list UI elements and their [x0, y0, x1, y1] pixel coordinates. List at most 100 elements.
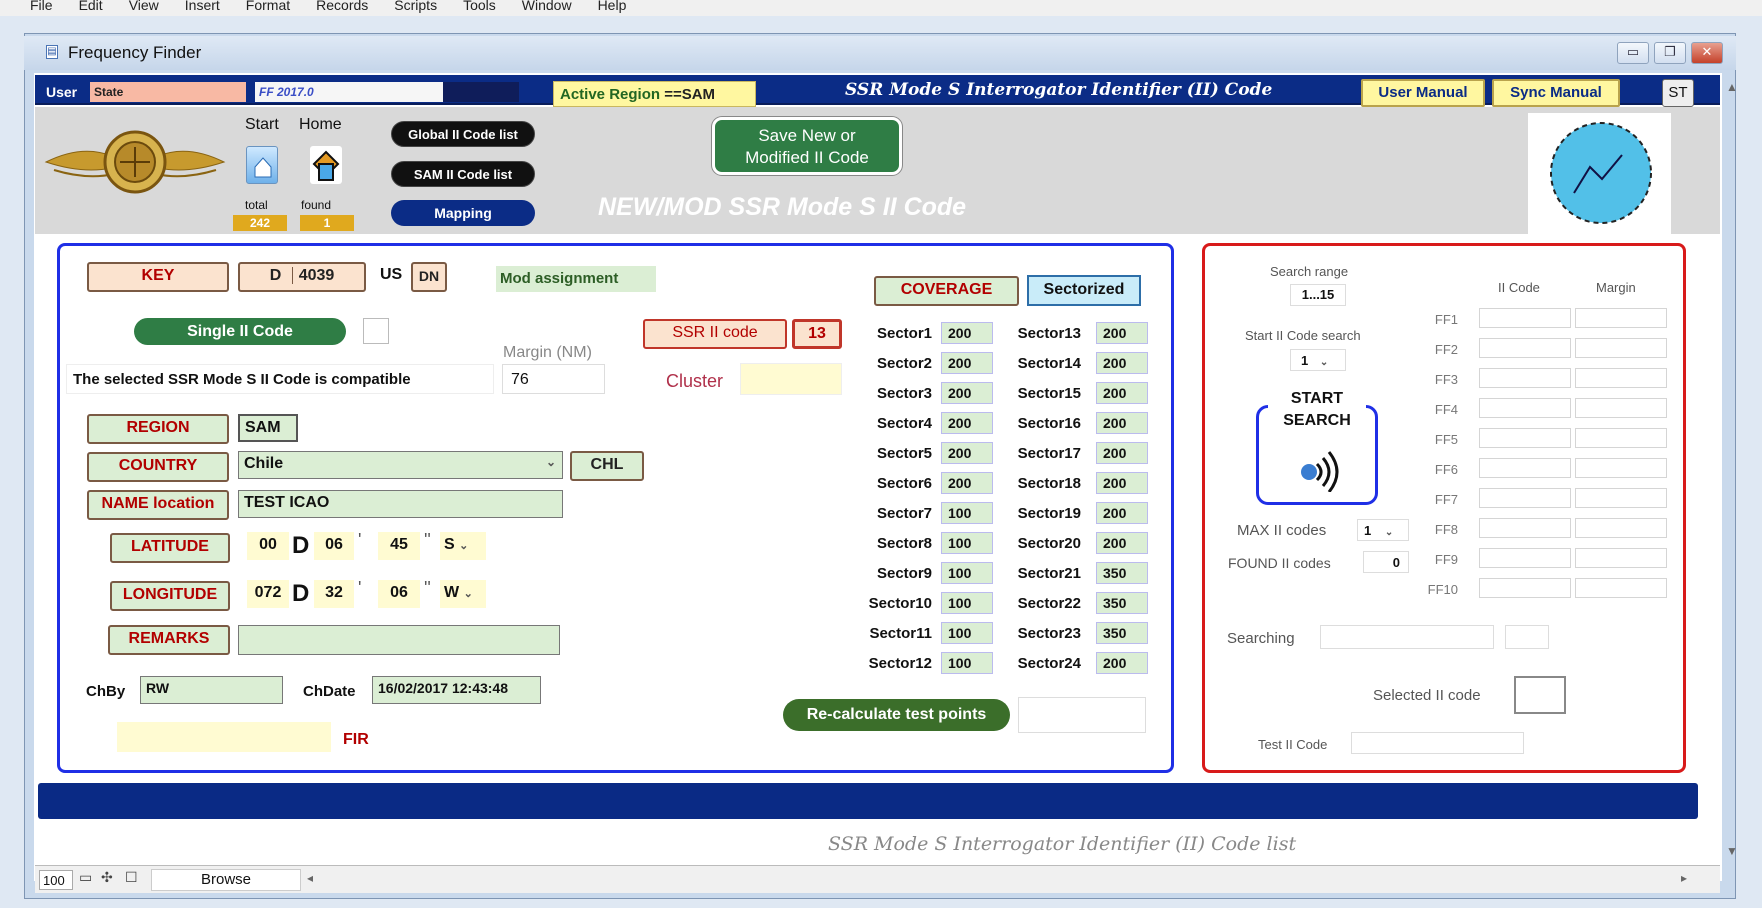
- menu-format[interactable]: Format: [246, 0, 290, 16]
- zoom-field[interactable]: 100: [39, 870, 73, 890]
- sector-label: Sector6: [876, 475, 932, 492]
- single-ii-code-button[interactable]: Single II Code: [134, 318, 346, 345]
- clock-icon: [1528, 113, 1671, 237]
- icao-logo: [42, 122, 228, 204]
- sector-value-field[interactable]: 200: [1096, 442, 1148, 464]
- sector-value-field[interactable]: 200: [1096, 412, 1148, 434]
- sectorized-button[interactable]: Sectorized: [1027, 275, 1141, 306]
- lon-minutes-field[interactable]: 32: [314, 580, 354, 608]
- ff-ii-code-field: [1479, 518, 1571, 538]
- menu-insert[interactable]: Insert: [185, 0, 220, 16]
- menu-file[interactable]: File: [30, 0, 53, 16]
- zoom-out-icon[interactable]: ▭: [79, 869, 92, 886]
- found-ii-codes-field: 0: [1363, 551, 1409, 573]
- ff-ii-code-field: [1479, 368, 1571, 388]
- save-button[interactable]: Save New or Modified II Code: [712, 117, 902, 175]
- region-field[interactable]: SAM: [238, 414, 298, 442]
- ff-label: FF6: [1434, 462, 1458, 477]
- active-region-value: ==SAM: [664, 86, 716, 103]
- lon-seconds-field[interactable]: 06: [378, 580, 420, 608]
- sector-value-field[interactable]: 200: [1096, 322, 1148, 344]
- compatibility-message: The selected SSR Mode S II Code is compa…: [66, 364, 494, 394]
- scroll-right-icon[interactable]: ▸: [1681, 871, 1687, 885]
- user-manual-button[interactable]: User Manual: [1361, 79, 1485, 107]
- menu-tools[interactable]: Tools: [463, 0, 496, 16]
- start-label: Start: [245, 116, 279, 133]
- sector-value-field[interactable]: 350: [1096, 622, 1148, 644]
- seconds-symbol: '': [424, 578, 431, 598]
- sector-value-field[interactable]: 200: [1096, 472, 1148, 494]
- minutes-symbol: ': [358, 530, 362, 550]
- home-label: Home: [299, 116, 342, 133]
- sector-label: Sector1: [876, 325, 932, 342]
- dn-field[interactable]: DN: [411, 262, 447, 292]
- menu-records[interactable]: Records: [316, 0, 368, 16]
- lon-hemisphere-select[interactable]: W ⌄: [440, 580, 486, 608]
- lat-seconds-field[interactable]: 45: [378, 532, 420, 560]
- ssr-ii-code-value[interactable]: 13: [792, 319, 842, 349]
- selected-ii-code-field: [1514, 676, 1566, 714]
- menu-edit[interactable]: Edit: [79, 0, 103, 16]
- scroll-left-icon[interactable]: ◂: [307, 871, 313, 885]
- ff-ii-code-field: [1479, 428, 1571, 448]
- start-ii-code-value: 1: [1301, 353, 1309, 368]
- sector-value-field[interactable]: 200: [1096, 502, 1148, 524]
- start-ii-code-select[interactable]: 1 ⌄: [1290, 349, 1346, 371]
- remarks-field[interactable]: [238, 625, 560, 655]
- start-icon[interactable]: [246, 146, 278, 184]
- country-code: CHL: [570, 451, 644, 481]
- lon-degrees-field[interactable]: 072: [247, 580, 289, 608]
- minimize-icon[interactable]: ▭: [1617, 42, 1649, 64]
- margin-field[interactable]: 76: [502, 364, 605, 394]
- ff-margin-field: [1575, 338, 1667, 358]
- ff-margin-field: [1575, 428, 1667, 448]
- zoom-in-icon[interactable]: ✣: [101, 869, 113, 886]
- sector-label: Sector20: [1017, 535, 1081, 552]
- mapping-button[interactable]: Mapping: [391, 200, 535, 226]
- menu-help[interactable]: Help: [598, 0, 627, 16]
- cluster-field[interactable]: [740, 363, 842, 395]
- lat-minutes-field[interactable]: 06: [314, 532, 354, 560]
- sync-manual-button[interactable]: Sync Manual: [1492, 79, 1620, 107]
- status-toolbar-icon[interactable]: ☐: [125, 869, 138, 886]
- name-location-field[interactable]: TEST ICAO: [238, 490, 563, 518]
- sector-label: Sector12: [868, 655, 932, 672]
- ff-ii-code-field: [1479, 488, 1571, 508]
- sector-value-field[interactable]: 200: [1096, 532, 1148, 554]
- single-ii-code-checkbox[interactable]: [363, 318, 389, 344]
- recalculate-test-points-button[interactable]: Re-calculate test points: [783, 699, 1010, 731]
- scroll-down-icon[interactable]: ▼: [1726, 844, 1738, 858]
- menu-view[interactable]: View: [129, 0, 159, 16]
- country-dropdown[interactable]: Chile ⌄: [238, 451, 563, 479]
- menu-scripts[interactable]: Scripts: [394, 0, 437, 16]
- save-button-line1: Save New or: [758, 126, 856, 145]
- menu-window[interactable]: Window: [522, 0, 572, 16]
- sector-value-field[interactable]: 200: [1096, 382, 1148, 404]
- global-ii-code-list-button[interactable]: Global II Code list: [391, 121, 535, 147]
- restore-icon[interactable]: ❐: [1654, 42, 1686, 64]
- sector-value-field[interactable]: 350: [1096, 562, 1148, 584]
- searching-field: [1320, 625, 1494, 649]
- sector-label: Sector17: [1017, 445, 1081, 462]
- sector-value-field[interactable]: 200: [1096, 652, 1148, 674]
- sector-label: Sector13: [1017, 325, 1081, 342]
- home-icon[interactable]: [310, 146, 342, 184]
- scroll-up-icon[interactable]: ▲: [1726, 80, 1738, 94]
- ii-code-column-header: II Code: [1498, 280, 1540, 295]
- key-field[interactable]: D 4039: [238, 262, 366, 292]
- st-button[interactable]: ST: [1662, 79, 1694, 107]
- close-icon[interactable]: ✕: [1691, 42, 1723, 64]
- max-ii-codes-select[interactable]: 1 ⌄: [1357, 519, 1409, 541]
- sam-ii-code-list-button[interactable]: SAM II Code list: [391, 161, 535, 187]
- max-ii-codes-label: MAX II codes: [1237, 522, 1327, 539]
- mode-field[interactable]: Browse: [151, 869, 301, 891]
- sector-value-field[interactable]: 350: [1096, 592, 1148, 614]
- lat-degrees-field[interactable]: 00: [247, 532, 289, 560]
- start-search-line2: SEARCH: [1283, 412, 1351, 429]
- lat-hemisphere-select[interactable]: S ⌄: [440, 532, 486, 560]
- window-titlebar[interactable]: [24, 36, 1736, 70]
- sector-value-field[interactable]: 200: [1096, 352, 1148, 374]
- coverage-button[interactable]: COVERAGE: [874, 276, 1019, 306]
- user-field[interactable]: State: [90, 82, 246, 102]
- fir-field[interactable]: [117, 722, 331, 752]
